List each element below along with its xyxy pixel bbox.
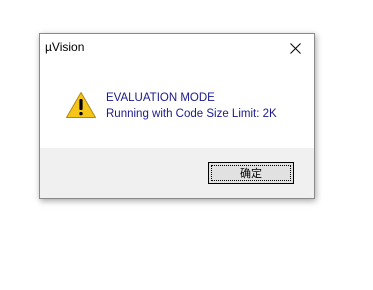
dialog-title: µVision [45,40,85,54]
message-text: EVALUATION MODE Running with Code Size L… [106,90,277,122]
message-line-1: EVALUATION MODE [106,92,215,104]
button-bar: 确定 [40,148,314,198]
title-bar[interactable]: µVision [40,34,314,62]
message-area: EVALUATION MODE Running with Code Size L… [40,62,314,148]
close-icon [289,42,301,54]
ok-button[interactable]: 确定 [208,162,294,184]
warning-icon [66,92,96,118]
close-button[interactable] [276,34,314,62]
message-dialog: µVision EVALUATION MODE Running with Cod… [39,33,315,199]
message-line-2: Running with Code Size Limit: 2K [106,108,277,120]
